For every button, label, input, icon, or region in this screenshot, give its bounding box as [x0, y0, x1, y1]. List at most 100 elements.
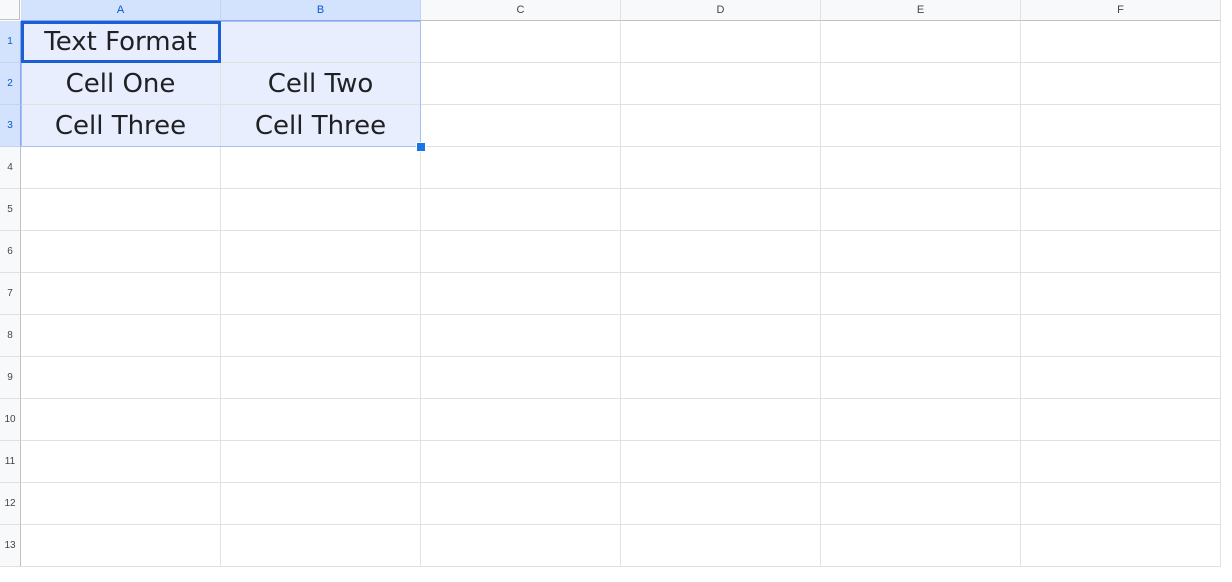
cell-a4[interactable] [21, 147, 221, 189]
cell-e10[interactable] [821, 399, 1021, 441]
cell-b11[interactable] [221, 441, 421, 483]
grid-row-12 [21, 483, 1221, 525]
row-header-3[interactable]: 3 [0, 105, 21, 147]
row-header-11[interactable]: 11 [0, 441, 21, 483]
cell-f9[interactable] [1021, 357, 1221, 399]
cell-c10[interactable] [421, 399, 621, 441]
cell-f1[interactable] [1021, 21, 1221, 63]
cell-e8[interactable] [821, 315, 1021, 357]
cell-b2[interactable]: Cell Two [221, 63, 421, 105]
cell-f2[interactable] [1021, 63, 1221, 105]
cell-e2[interactable] [821, 63, 1021, 105]
row-header-9[interactable]: 9 [0, 357, 21, 399]
cell-c4[interactable] [421, 147, 621, 189]
cell-c11[interactable] [421, 441, 621, 483]
cell-e4[interactable] [821, 147, 1021, 189]
cell-d2[interactable] [621, 63, 821, 105]
cell-d11[interactable] [621, 441, 821, 483]
cell-e3[interactable] [821, 105, 1021, 147]
cell-c3[interactable] [421, 105, 621, 147]
cell-a8[interactable] [21, 315, 221, 357]
cell-a7[interactable] [21, 273, 221, 315]
row-header-8[interactable]: 8 [0, 315, 21, 357]
cell-d7[interactable] [621, 273, 821, 315]
cell-c7[interactable] [421, 273, 621, 315]
cell-c13[interactable] [421, 525, 621, 567]
cell-a5[interactable] [21, 189, 221, 231]
cell-a6[interactable] [21, 231, 221, 273]
cell-e9[interactable] [821, 357, 1021, 399]
cell-b12[interactable] [221, 483, 421, 525]
cell-c6[interactable] [421, 231, 621, 273]
cell-a12[interactable] [21, 483, 221, 525]
cell-b13[interactable] [221, 525, 421, 567]
cell-d1[interactable] [621, 21, 821, 63]
cell-f7[interactable] [1021, 273, 1221, 315]
cell-e11[interactable] [821, 441, 1021, 483]
cell-a3[interactable]: Cell Three [21, 105, 221, 147]
cell-f8[interactable] [1021, 315, 1221, 357]
row-header-4[interactable]: 4 [0, 147, 21, 189]
column-header-b[interactable]: B [221, 0, 421, 21]
cell-d10[interactable] [621, 399, 821, 441]
row-header-1[interactable]: 1 [0, 21, 21, 63]
cell-e1[interactable] [821, 21, 1021, 63]
cell-a11[interactable] [21, 441, 221, 483]
cell-b3[interactable]: Cell Three [221, 105, 421, 147]
cell-d4[interactable] [621, 147, 821, 189]
cell-f5[interactable] [1021, 189, 1221, 231]
cell-c2[interactable] [421, 63, 621, 105]
cell-d6[interactable] [621, 231, 821, 273]
cell-b5[interactable] [221, 189, 421, 231]
cell-e13[interactable] [821, 525, 1021, 567]
column-header-c[interactable]: C [421, 0, 621, 21]
cell-b9[interactable] [221, 357, 421, 399]
cell-c8[interactable] [421, 315, 621, 357]
row-header-10[interactable]: 10 [0, 399, 21, 441]
column-header-f[interactable]: F [1021, 0, 1221, 21]
column-header-a[interactable]: A [21, 0, 221, 21]
cell-b10[interactable] [221, 399, 421, 441]
row-header-6[interactable]: 6 [0, 231, 21, 273]
cell-a2[interactable]: Cell One [21, 63, 221, 105]
cell-d12[interactable] [621, 483, 821, 525]
row-header-13[interactable]: 13 [0, 525, 21, 567]
cell-d3[interactable] [621, 105, 821, 147]
cell-b7[interactable] [221, 273, 421, 315]
cell-f10[interactable] [1021, 399, 1221, 441]
column-header-d[interactable]: D [621, 0, 821, 21]
cell-e12[interactable] [821, 483, 1021, 525]
cell-c12[interactable] [421, 483, 621, 525]
cell-e7[interactable] [821, 273, 1021, 315]
row-header-2[interactable]: 2 [0, 63, 21, 105]
cell-b8[interactable] [221, 315, 421, 357]
cell-a13[interactable] [21, 525, 221, 567]
cell-f3[interactable] [1021, 105, 1221, 147]
cell-a1[interactable]: Text Format [21, 21, 221, 63]
select-all-corner[interactable] [0, 0, 20, 20]
cell-e6[interactable] [821, 231, 1021, 273]
column-header-e[interactable]: E [821, 0, 1021, 21]
cell-e5[interactable] [821, 189, 1021, 231]
cell-b1[interactable] [221, 21, 421, 63]
cell-f11[interactable] [1021, 441, 1221, 483]
row-header-7[interactable]: 7 [0, 273, 21, 315]
cell-f12[interactable] [1021, 483, 1221, 525]
row-header-5[interactable]: 5 [0, 189, 21, 231]
cell-a9[interactable] [21, 357, 221, 399]
cell-f4[interactable] [1021, 147, 1221, 189]
cell-d13[interactable] [621, 525, 821, 567]
cell-f13[interactable] [1021, 525, 1221, 567]
cell-d5[interactable] [621, 189, 821, 231]
cell-b6[interactable] [221, 231, 421, 273]
cell-b4[interactable] [221, 147, 421, 189]
cell-f6[interactable] [1021, 231, 1221, 273]
cell-c1[interactable] [421, 21, 621, 63]
cell-d8[interactable] [621, 315, 821, 357]
cell-a10[interactable] [21, 399, 221, 441]
cell-c9[interactable] [421, 357, 621, 399]
row-header-12[interactable]: 12 [0, 483, 21, 525]
cell-c5[interactable] [421, 189, 621, 231]
cell-d9[interactable] [621, 357, 821, 399]
fill-handle[interactable] [416, 142, 426, 152]
